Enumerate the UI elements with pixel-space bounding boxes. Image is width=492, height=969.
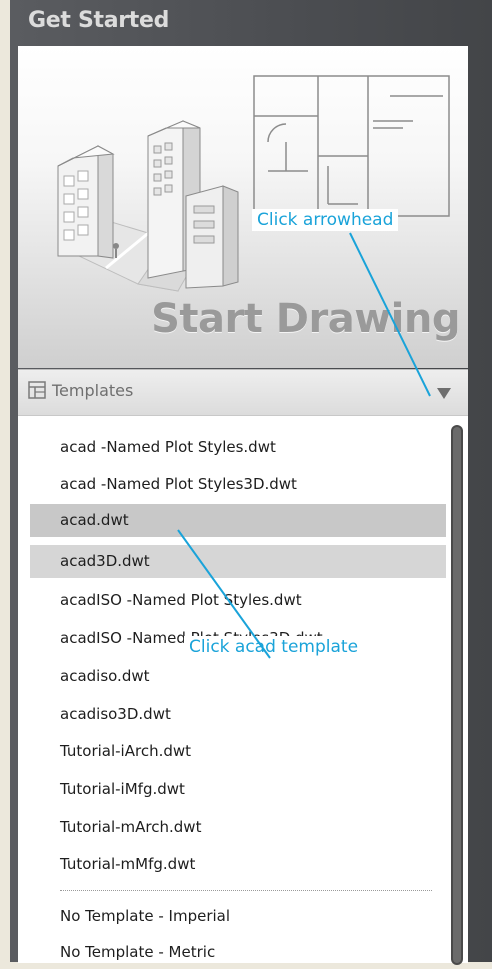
template-item[interactable]: Tutorial-mArch.dwt — [30, 811, 446, 844]
templates-label: Templates — [52, 381, 134, 400]
callout-click-arrowhead: Click arrowhead — [252, 209, 399, 231]
start-drawing-tile[interactable]: Start Drawing — [18, 46, 468, 368]
list-divider — [60, 890, 432, 891]
template-item[interactable]: acadISO -Named Plot Styles.dwt — [30, 584, 446, 617]
template-item[interactable]: acad -Named Plot Styles3D.dwt — [30, 468, 446, 501]
template-item[interactable]: acadiso3D.dwt — [30, 698, 446, 731]
template-item-selected[interactable]: acad.dwt — [30, 504, 446, 537]
get-started-panel: Get Started Start Drawing Templates acad… — [10, 0, 492, 965]
template-item[interactable]: No Template - Imperial — [30, 900, 446, 933]
template-item[interactable]: Tutorial-mMfg.dwt — [30, 848, 446, 881]
start-drawing-label: Start Drawing — [151, 296, 460, 342]
template-item[interactable]: acad3D.dwt — [30, 545, 446, 578]
template-item[interactable]: acad -Named Plot Styles.dwt — [30, 431, 446, 464]
template-item[interactable]: Tutorial-iArch.dwt — [30, 735, 446, 768]
template-item[interactable]: No Template - Metric — [30, 936, 446, 969]
templates-icon — [28, 381, 46, 399]
dropdown-arrow-icon[interactable] — [437, 388, 451, 399]
template-item[interactable]: acadiso.dwt — [30, 660, 446, 693]
template-item[interactable]: Tutorial-iMfg.dwt — [30, 773, 446, 806]
panel-title: Get Started — [28, 8, 170, 33]
callout-click-acad-template: Click acad template — [184, 636, 364, 658]
scroll-thumb[interactable] — [453, 427, 461, 963]
